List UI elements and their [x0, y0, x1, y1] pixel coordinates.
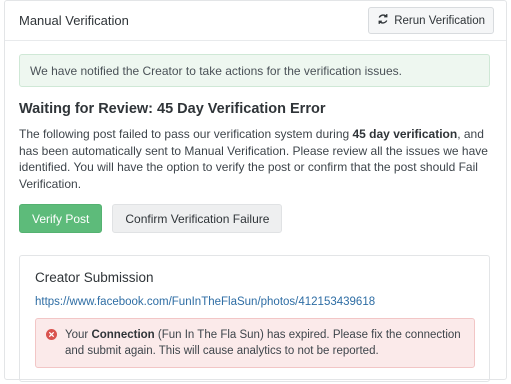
- review-title: Waiting for Review: 45 Day Verification …: [19, 101, 326, 117]
- error-text: Your Connection (Fun In The Fla Sun) has…: [65, 327, 464, 359]
- desc-pre: The following post failed to pass our ve…: [19, 127, 353, 141]
- submission-title: Creator Submission: [35, 270, 154, 285]
- submission-link[interactable]: https://www.facebook.com/FunInTheFlaSun/…: [35, 296, 475, 308]
- desc-bold: 45 day verification: [352, 127, 458, 141]
- rerun-verification-button[interactable]: Rerun Verification: [368, 7, 494, 34]
- error-alert: Your Connection (Fun In The Fla Sun) has…: [35, 318, 475, 368]
- verify-post-button[interactable]: Verify Post: [19, 204, 103, 233]
- rerun-label: Rerun Verification: [394, 14, 485, 27]
- confirm-failure-button[interactable]: Confirm Verification Failure: [112, 204, 283, 233]
- card-title: Manual Verification: [19, 13, 129, 28]
- card-header: Manual Verification Rerun Verification: [5, 1, 506, 41]
- action-buttons: Verify Post Confirm Verification Failure: [19, 204, 490, 233]
- refresh-icon: [377, 13, 389, 28]
- error-circle-icon: [46, 329, 57, 340]
- manual-verification-card: Manual Verification Rerun Verification W…: [4, 0, 507, 382]
- card-body: We have notified the Creator to take act…: [5, 41, 506, 382]
- review-description: The following post failed to pass our ve…: [19, 126, 490, 192]
- creator-submission-panel: Creator Submission https://www.facebook.…: [19, 255, 490, 382]
- notice-banner: We have notified the Creator to take act…: [19, 54, 490, 87]
- error-pre: Your: [65, 329, 92, 341]
- notice-text: We have notified the Creator to take act…: [30, 63, 402, 78]
- error-bold: Connection: [91, 329, 155, 341]
